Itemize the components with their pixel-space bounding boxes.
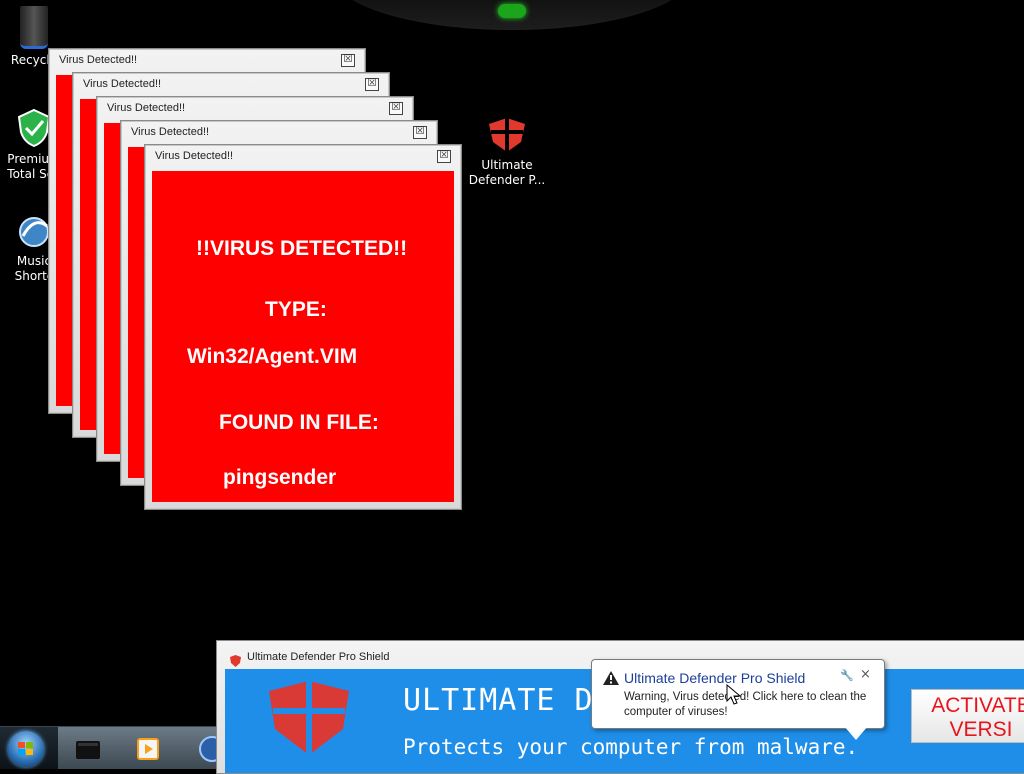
popup-title: Virus Detected!! [131, 126, 210, 138]
notification-close-button[interactable]: × [860, 667, 871, 682]
wrench-icon[interactable]: 🔧 [840, 669, 854, 682]
popup-title: Virus Detected!! [107, 102, 186, 114]
browser-icon[interactable] [196, 733, 228, 765]
desktop-icon-ultimate-defender[interactable]: Ultimate Defender P... [466, 114, 548, 188]
balloon-tail [844, 726, 868, 740]
popup-close-button[interactable]: ☒ [389, 102, 403, 115]
recycle-bin-icon [20, 6, 48, 49]
popup-close-button[interactable]: ☒ [413, 126, 427, 139]
gadget-indicator-light [498, 4, 526, 18]
found-in-file-value: pingsender [223, 466, 337, 489]
popup-title: Virus Detected!! [59, 54, 138, 66]
taskbar-app-icon[interactable] [72, 733, 104, 765]
popup-close-button[interactable]: ☒ [437, 150, 451, 163]
start-button[interactable] [8, 731, 44, 767]
mouse-cursor-icon [726, 683, 742, 710]
app-tagline: Protects your computer from malware. [403, 735, 859, 759]
virus-type-value: Win32/Agent.VIM [187, 345, 358, 368]
notification-message[interactable]: Warning, Virus detected! Click here to c… [624, 690, 880, 720]
virus-popup-window-front[interactable]: Virus Detected!! ☒ !!VIRUS DETECTED!! TY… [144, 144, 462, 510]
taskbar [0, 726, 225, 769]
media-player-icon[interactable] [132, 733, 164, 765]
popup-title: Virus Detected!! [155, 150, 234, 162]
popup-red-body: !!VIRUS DETECTED!! TYPE: Win32/Agent.VIM… [152, 171, 454, 502]
ultimate-defender-icon [466, 114, 548, 154]
warning-icon [603, 670, 619, 689]
windows-flag-icon [18, 742, 33, 755]
activate-full-version-button[interactable]: ACTIVATE VERSI [911, 689, 1024, 743]
desktop-icon-label-line2: Defender P... [468, 173, 546, 187]
virus-heading: !!VIRUS DETECTED!! [196, 237, 408, 260]
popup-close-button[interactable]: ☒ [341, 54, 355, 67]
shield-logo-icon [263, 679, 355, 761]
activate-label-line2: VERSI [949, 718, 1013, 741]
notification-title[interactable]: Ultimate Defender Pro Shield [624, 670, 805, 686]
activate-label-line1: ACTIVATE [931, 694, 1024, 717]
top-gadget [332, 0, 692, 30]
virus-type-label: TYPE: [265, 298, 327, 321]
popup-title: Virus Detected!! [83, 78, 162, 90]
app-window-title: Ultimate Defender Pro Shield [247, 651, 390, 663]
found-in-file-label: FOUND IN FILE: [219, 411, 379, 434]
desktop-icon-label-line1: Ultimate [481, 158, 533, 172]
popup-close-button[interactable]: ☒ [365, 78, 379, 91]
